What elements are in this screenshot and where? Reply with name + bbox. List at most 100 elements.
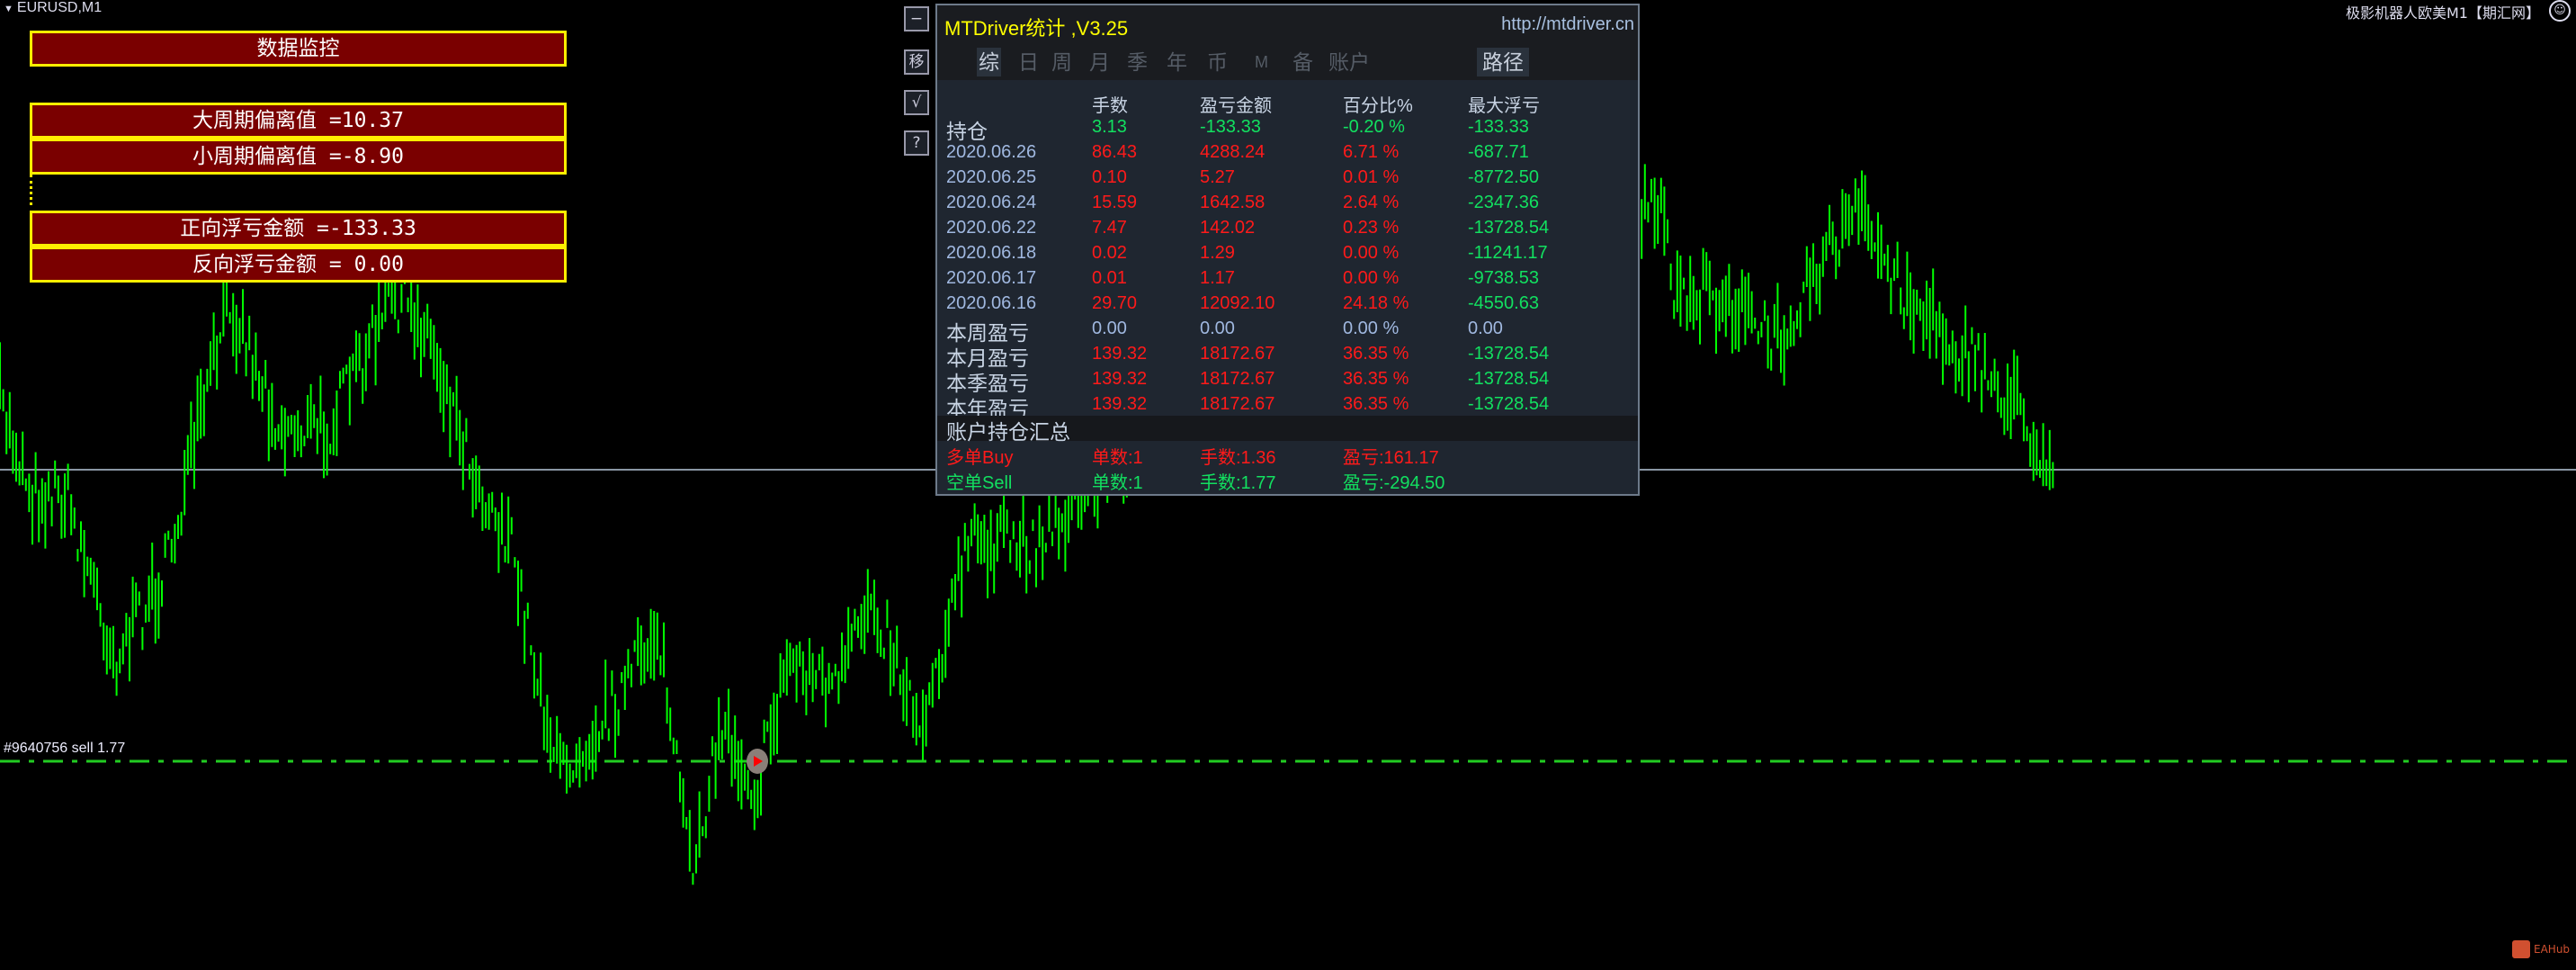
stats-cell-maxdd: -4550.63	[1468, 293, 1539, 313]
minimize-button[interactable]: −	[904, 6, 929, 31]
tab-path[interactable]: 路径	[1477, 48, 1529, 76]
stats-cell-pnl: 4288.24	[1200, 142, 1266, 162]
help-button[interactable]: ?	[904, 130, 929, 156]
stats-cell-lots: 3.13	[1092, 117, 1127, 137]
watermark: EAHub	[2512, 940, 2570, 958]
monitor-row: 小周期偏离值 =-8.90	[30, 139, 567, 175]
tab-month[interactable]: 月	[1087, 48, 1112, 76]
tab-m[interactable]: M	[1253, 48, 1270, 76]
stats-cell-lots: 139.32	[1092, 394, 1148, 414]
stats-cell-lots: 0.01	[1092, 268, 1127, 288]
stats-cell-pnl: 1.17	[1200, 268, 1235, 288]
stats-cell-label: 2020.06.25	[946, 167, 1037, 187]
stats-cell-label: 2020.06.17	[946, 268, 1037, 288]
stats-cell-pnl: 18172.67	[1200, 394, 1275, 414]
stats-cell-pnl: 5.27	[1200, 167, 1235, 187]
stats-cell-maxdd: -2347.36	[1468, 193, 1539, 212]
monitor-row: 正向浮亏金额 =-133.33	[30, 211, 567, 247]
stats-cell-pct: -0.20 %	[1343, 117, 1405, 137]
mtdriver-stats-panel: MTDriver统计 ,V3.25 http://mtdriver.cn 综 日…	[935, 4, 1640, 496]
stats-cell-lots: 0.02	[1092, 243, 1127, 263]
stats-cell-pct: 0.00 %	[1343, 268, 1400, 288]
stats-cell-lots: 29.70	[1092, 293, 1138, 313]
buy-pnl: 盈亏:161.17	[1343, 448, 1439, 468]
stats-cell-maxdd: -8772.50	[1468, 167, 1539, 187]
stats-cell-lots: 86.43	[1092, 142, 1138, 162]
smiley-icon: ☺	[2549, 0, 2571, 22]
stats-cell-pct: 36.35 %	[1343, 394, 1409, 414]
stats-cell-maxdd: -13728.54	[1468, 394, 1550, 414]
stats-cell-maxdd: -133.33	[1468, 117, 1529, 137]
buy-label: 多单Buy	[946, 448, 1014, 468]
stats-cell-lots: 15.59	[1092, 193, 1138, 212]
monitor-row: 大周期偏离值 =10.37	[30, 103, 567, 139]
stats-cell-pct: 36.35 %	[1343, 344, 1409, 364]
monitor-row-empty	[30, 175, 564, 205]
stats-cell-pct: 24.18 %	[1343, 293, 1409, 313]
stats-cell-pct: 2.64 %	[1343, 193, 1400, 212]
stats-cell-maxdd: 0.00	[1468, 319, 1503, 338]
order-ticket-label: #9640756 sell 1.77	[4, 741, 126, 756]
stats-cell-lots: 0.00	[1092, 319, 1127, 338]
header-percent: 百分比%	[1343, 96, 1413, 116]
header-lots: 手数	[1092, 96, 1128, 116]
stats-cell-label: 2020.06.26	[946, 142, 1037, 162]
summary-title: 账户持仓汇总	[946, 420, 1070, 444]
tab-week[interactable]: 周	[1050, 48, 1074, 76]
robot-logo-icon	[2512, 940, 2530, 958]
stats-cell-label: 2020.06.16	[946, 293, 1037, 313]
tab-overview[interactable]: 综	[977, 48, 1001, 76]
tab-year[interactable]: 年	[1165, 48, 1189, 76]
sell-count: 单数:1	[1092, 473, 1143, 493]
crosshair-cursor-icon	[747, 749, 768, 774]
stats-cell-maxdd: -687.71	[1468, 142, 1529, 162]
stats-cell-lots: 139.32	[1092, 369, 1148, 389]
symbol-label[interactable]: ▼ EURUSD,M1	[4, 0, 102, 16]
sell-lots: 手数:1.77	[1200, 473, 1276, 493]
panel-header: MTDriver统计 ,V3.25 http://mtdriver.cn 综 日…	[937, 5, 1638, 80]
monitor-title: 数据监控	[30, 31, 567, 67]
stats-cell-pnl: 1.29	[1200, 243, 1235, 263]
stats-cell-pnl: 12092.10	[1200, 293, 1275, 313]
stats-cell-pnl: 18172.67	[1200, 344, 1275, 364]
buy-lots: 手数:1.36	[1200, 448, 1276, 468]
summary-band: 账户持仓汇总	[937, 416, 1638, 444]
stats-cell-pct: 0.01 %	[1343, 167, 1400, 187]
tab-day[interactable]: 日	[1016, 48, 1041, 76]
panel-title: MTDriver统计 ,V3.25	[944, 17, 1129, 40]
tab-currency[interactable]: 币	[1205, 48, 1230, 76]
stats-cell-pct: 0.00 %	[1343, 319, 1400, 338]
stats-cell-maxdd: -13728.54	[1468, 344, 1550, 364]
stats-cell-pnl: 142.02	[1200, 218, 1256, 238]
tab-quarter[interactable]: 季	[1125, 48, 1149, 76]
sell-label: 空单Sell	[946, 473, 1013, 493]
stats-cell-lots: 139.32	[1092, 344, 1148, 364]
stats-cell-pct: 0.23 %	[1343, 218, 1400, 238]
sell-pnl: 盈亏:-294.50	[1343, 473, 1445, 493]
stats-cell-pnl: -133.33	[1200, 117, 1261, 137]
stats-cell-label: 2020.06.24	[946, 193, 1037, 212]
stats-cell-maxdd: -11241.17	[1468, 243, 1548, 263]
stats-cell-pnl: 18172.67	[1200, 369, 1275, 389]
stats-cell-lots: 0.10	[1092, 167, 1127, 187]
stats-cell-pnl: 0.00	[1200, 319, 1235, 338]
header-pnl: 盈亏金额	[1200, 96, 1272, 116]
move-button[interactable]: 移	[904, 49, 929, 75]
stats-cell-pnl: 1642.58	[1200, 193, 1266, 212]
stats-cell-maxdd: -9738.53	[1468, 268, 1539, 288]
stats-cell-maxdd: -13728.54	[1468, 369, 1550, 389]
ea-title: 极影机器人欧美M1【期汇网】	[2346, 4, 2540, 22]
stats-cell-label: 持仓	[946, 120, 988, 143]
stats-cell-maxdd: -13728.54	[1468, 218, 1550, 238]
stats-cell-label: 2020.06.18	[946, 243, 1037, 263]
check-button[interactable]: √	[904, 90, 929, 115]
stats-cell-pct: 36.35 %	[1343, 369, 1409, 389]
tab-backup[interactable]: 备	[1291, 48, 1315, 76]
stats-cell-lots: 7.47	[1092, 218, 1127, 238]
tab-account[interactable]: 账户	[1327, 48, 1372, 76]
dropdown-triangle-icon[interactable]: ▼	[4, 4, 13, 14]
website-link[interactable]: http://mtdriver.cn	[1501, 14, 1634, 35]
stats-cell-label: 2020.06.22	[946, 218, 1037, 238]
monitor-row: 反向浮亏金额 = 0.00	[30, 247, 567, 283]
header-max-drawdown: 最大浮亏	[1468, 96, 1540, 116]
